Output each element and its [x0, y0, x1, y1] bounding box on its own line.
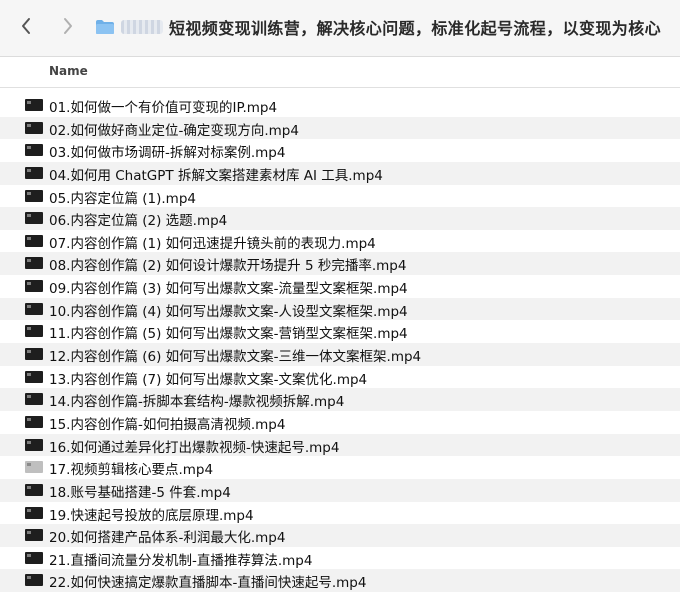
- file-row[interactable]: 21.直播间流量分发机制-直播推荐算法.mp4: [0, 547, 680, 570]
- folder-title: 短视频变现训练营，解决核心问题，标准化起号流程，以变现为核心: [95, 12, 661, 42]
- video-file-icon: [25, 189, 43, 202]
- file-row[interactable]: 13.内容创作篇 (7) 如何写出爆款文案-文案优化.mp4: [0, 366, 680, 389]
- file-name: 14.内容创作篇-拆脚本套结构-爆款视频拆解.mp4: [49, 394, 345, 411]
- file-name: 15.内容创作篇-如何拍摄高清视频.mp4: [49, 416, 286, 433]
- file-name: 08.内容创作篇 (2) 如何设计爆款开场提升 5 秒完播率.mp4: [49, 258, 407, 275]
- folder-icon: [95, 19, 115, 35]
- video-file-icon: [25, 99, 43, 111]
- video-file-icon: [25, 438, 43, 451]
- video-file-icon: [25, 144, 43, 157]
- file-name: 03.如何做市场调研-拆解对标案例.mp4: [49, 145, 286, 162]
- column-header-row: Name: [0, 57, 680, 88]
- video-file-icon: [25, 574, 43, 587]
- chevron-left-icon: [22, 18, 30, 34]
- file-name: 13.内容创作篇 (7) 如何写出爆款文案-文案优化.mp4: [49, 371, 368, 388]
- video-file-icon: [25, 551, 43, 564]
- file-row[interactable]: 03.如何做市场调研-拆解对标案例.mp4: [0, 139, 680, 162]
- file-name: 04.如何用 ChatGPT 拆解文案搭建素材库 AI 工具.mp4: [49, 167, 383, 184]
- file-name: 16.如何通过差异化打出爆款视频-快速起号.mp4: [49, 439, 340, 456]
- file-row[interactable]: 19.快速起号投放的底层原理.mp4: [0, 502, 680, 525]
- video-file-icon: [25, 370, 43, 383]
- file-name: 20.如何搭建产品体系-利润最大化.mp4: [49, 530, 286, 547]
- file-row[interactable]: 01.如何做一个有价值可变现的IP.mp4: [0, 94, 680, 117]
- back-button[interactable]: [12, 10, 40, 42]
- file-row[interactable]: 11.内容创作篇 (5) 如何写出爆款文案-营销型文案框架.mp4: [0, 320, 680, 343]
- video-file-icon: [25, 415, 43, 428]
- file-name: 17.视频剪辑核心要点.mp4: [49, 462, 214, 479]
- video-file-icon: [25, 348, 43, 361]
- file-name: 01.如何做一个有价值可变现的IP.mp4: [49, 100, 278, 116]
- file-row[interactable]: 16.如何通过差异化打出爆款视频-快速起号.mp4: [0, 433, 680, 457]
- video-file-icon: [25, 393, 43, 406]
- video-file-icon: [25, 506, 43, 519]
- video-file-icon-light: [25, 461, 43, 474]
- video-file-icon: [25, 212, 43, 225]
- file-row[interactable]: 18.账号基础搭建-5 件套.mp4: [0, 478, 680, 502]
- video-file-icon: [25, 529, 43, 542]
- file-list: 01.如何做一个有价值可变现的IP.mp4 02.如何做好商业定位-确定变现方向.…: [0, 94, 680, 593]
- video-file-icon: [25, 121, 43, 134]
- file-row[interactable]: 02.如何做好商业定位-确定变现方向.mp4: [0, 116, 680, 140]
- file-row[interactable]: 20.如何搭建产品体系-利润最大化.mp4: [0, 524, 680, 547]
- file-name: 18.账号基础搭建-5 件套.mp4: [49, 484, 231, 501]
- video-file-icon: [25, 280, 43, 293]
- video-file-icon: [25, 257, 43, 270]
- chevron-right-icon: [64, 18, 72, 34]
- file-name: 07.内容创作篇 (1) 如何迅速提升镜头前的表现力.mp4: [49, 235, 376, 252]
- column-header-name[interactable]: Name: [49, 64, 88, 78]
- file-name: 19.快速起号投放的底层原理.mp4: [49, 507, 254, 524]
- file-row[interactable]: 14.内容创作篇-拆脚本套结构-爆款视频拆解.mp4: [0, 388, 680, 411]
- file-row[interactable]: 09.内容创作篇 (3) 如何写出爆款文案-流量型文案框架.mp4: [0, 275, 680, 298]
- finder-toolbar: 短视频变现训练营，解决核心问题，标准化起号流程，以变现为核心: [0, 0, 680, 57]
- file-name: 21.直播间流量分发机制-直播推荐算法.mp4: [49, 552, 313, 569]
- file-row[interactable]: 07.内容创作篇 (1) 如何迅速提升镜头前的表现力.mp4: [0, 230, 680, 253]
- video-file-icon: [25, 325, 43, 338]
- file-name: 22.如何快速搞定爆款直播脚本-直播间快速起号.mp4: [49, 575, 367, 592]
- file-row[interactable]: 10.内容创作篇 (4) 如何写出爆款文案-人设型文案框架.mp4: [0, 297, 680, 321]
- blurred-name-segment: [121, 20, 163, 34]
- forward-button[interactable]: [54, 10, 82, 42]
- file-row[interactable]: 04.如何用 ChatGPT 拆解文案搭建素材库 AI 工具.mp4: [0, 161, 680, 185]
- file-name: 12.内容创作篇 (6) 如何写出爆款文案-三维一体文案框架.mp4: [49, 349, 422, 366]
- file-row[interactable]: 17.视频剪辑核心要点.mp4: [0, 456, 680, 479]
- file-row[interactable]: 15.内容创作篇-如何拍摄高清视频.mp4: [0, 411, 680, 434]
- file-row[interactable]: 05.内容定位篇 (1).mp4: [0, 185, 680, 208]
- file-name: 09.内容创作篇 (3) 如何写出爆款文案-流量型文案框架.mp4: [49, 281, 408, 298]
- file-name: 06.内容定位篇 (2) 选题.mp4: [49, 213, 228, 230]
- video-file-icon: [25, 302, 43, 315]
- video-file-icon: [25, 166, 43, 179]
- file-row[interactable]: 06.内容定位篇 (2) 选题.mp4: [0, 207, 680, 230]
- file-row[interactable]: 12.内容创作篇 (6) 如何写出爆款文案-三维一体文案框架.mp4: [0, 343, 680, 366]
- video-file-icon: [25, 483, 43, 496]
- video-file-icon: [25, 234, 43, 247]
- file-name: 11.内容创作篇 (5) 如何写出爆款文案-营销型文案框架.mp4: [49, 326, 408, 343]
- file-name: 02.如何做好商业定位-确定变现方向.mp4: [49, 122, 299, 139]
- folder-title-text: 短视频变现训练营，解决核心问题，标准化起号流程，以变现为核心: [169, 19, 662, 38]
- file-row[interactable]: 08.内容创作篇 (2) 如何设计爆款开场提升 5 秒完播率.mp4: [0, 252, 680, 276]
- file-name: 10.内容创作篇 (4) 如何写出爆款文案-人设型文案框架.mp4: [49, 303, 408, 320]
- file-name: 05.内容定位篇 (1).mp4: [49, 190, 196, 207]
- file-row[interactable]: 22.如何快速搞定爆款直播脚本-直播间快速起号.mp4: [0, 569, 680, 593]
